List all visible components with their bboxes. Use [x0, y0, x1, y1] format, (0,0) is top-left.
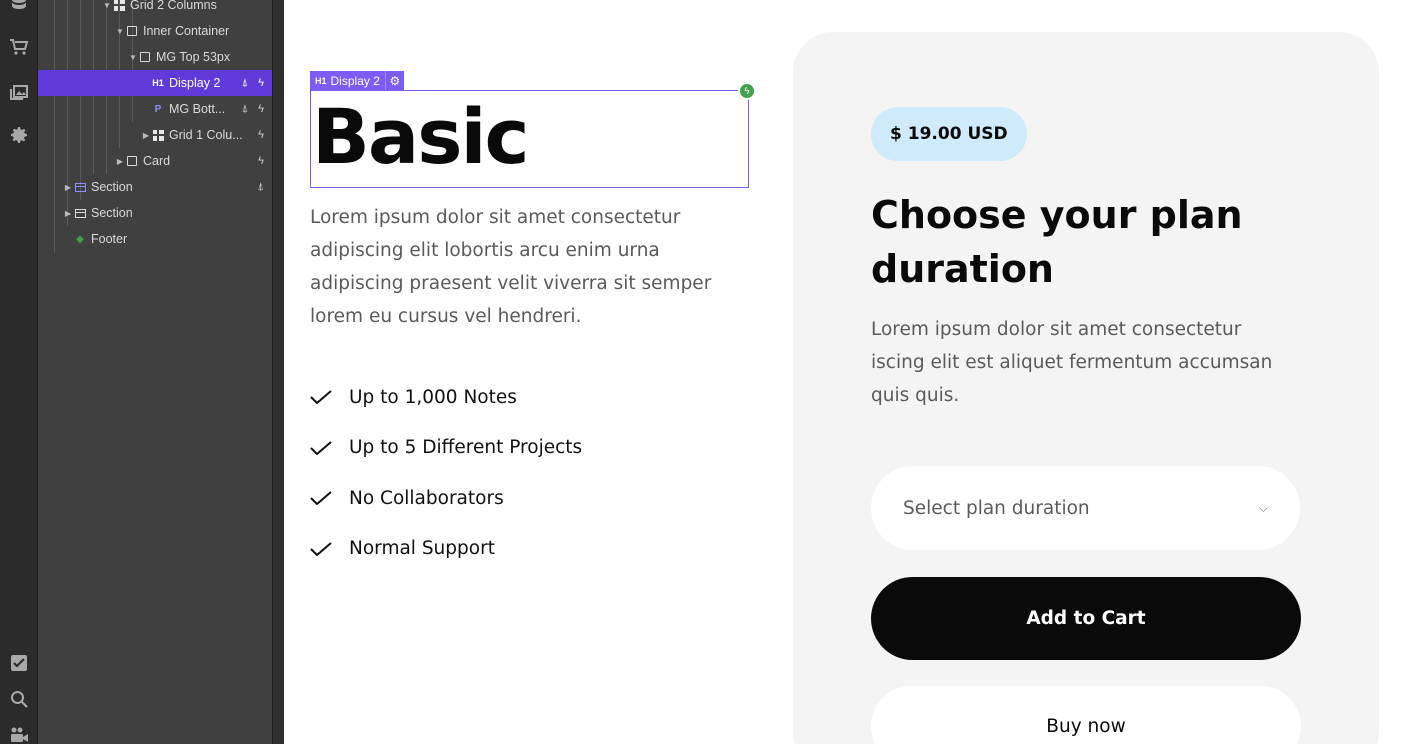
- feature-item: Up to 5 Different Projects: [310, 423, 582, 474]
- tree-item-label: Section: [91, 206, 133, 220]
- video-icon[interactable]: [0, 720, 38, 744]
- interaction-bolt-icon[interactable]: ϟ: [258, 103, 264, 116]
- checkmark-icon: [310, 541, 332, 556]
- navigator-panel: ▼ Grid 2 Columns ▼ Inner Container ▼ MG …: [38, 0, 273, 744]
- designer-canvas: H1 Display 2 ⚙ ϟ Basic Lorem ipsum dolor…: [284, 0, 1401, 744]
- pin-icon[interactable]: ⍋: [242, 77, 249, 90]
- tree-item-label: Section: [91, 180, 133, 194]
- box-icon: [125, 24, 139, 38]
- selection-tag-label: H1 Display 2: [310, 74, 385, 88]
- interaction-bolt-icon[interactable]: ϟ: [258, 77, 264, 90]
- row-actions: ⍋ ϟ: [242, 77, 264, 90]
- interaction-bolt-icon[interactable]: ϟ: [738, 82, 756, 100]
- h1-icon: H1: [315, 75, 327, 86]
- caret-right-icon[interactable]: ▶: [115, 157, 125, 166]
- checklist-icon[interactable]: [0, 648, 38, 678]
- tree-item-label: MG Top 53px: [156, 50, 231, 64]
- select-placeholder: Select plan duration: [903, 497, 1090, 519]
- search-icon[interactable]: [0, 684, 38, 714]
- caret-down-icon[interactable]: ▼: [115, 27, 125, 36]
- tree-item-label: Display 2: [169, 76, 221, 90]
- feature-text: No Collaborators: [349, 487, 504, 509]
- tree-item-label: Inner Container: [143, 24, 230, 38]
- add-to-cart-button[interactable]: Add to Cart: [871, 577, 1301, 660]
- tree-item-footer[interactable]: ◆ Footer: [38, 226, 272, 252]
- section-icon: [73, 206, 87, 220]
- pin-icon[interactable]: ⍋: [242, 103, 249, 116]
- box-icon: [138, 50, 152, 64]
- tree-item-label: Grid 1 Colu...: [169, 128, 243, 142]
- selection-tag-text: Display 2: [330, 73, 380, 88]
- feature-item: Up to 1,000 Notes: [310, 372, 582, 423]
- tree-item-grid-1-column[interactable]: ▶ Grid 1 Colu... ϟ: [38, 122, 272, 148]
- interaction-bolt-icon[interactable]: ϟ: [258, 129, 264, 141]
- caret-right-icon[interactable]: ▶: [141, 131, 151, 140]
- chevron-down-icon: ⌵: [1258, 500, 1268, 515]
- box-icon: [125, 154, 139, 168]
- icon-rail: [0, 0, 38, 744]
- tree-item-display-2[interactable]: H1 Display 2 ⍋ ϟ: [38, 70, 272, 96]
- cart-icon[interactable]: [0, 32, 38, 62]
- intro-paragraph: Lorem ipsum dolor sit amet consectetur a…: [310, 207, 712, 327]
- feature-item: No Collaborators: [310, 473, 582, 524]
- component-icon: ◆: [76, 233, 84, 245]
- tree-item-grid-2-columns[interactable]: ▼ Grid 2 Columns: [38, 0, 272, 18]
- section-icon: [73, 180, 87, 194]
- selection-tag[interactable]: H1 Display 2 ⚙: [310, 71, 404, 90]
- pricing-card: $ 19.00 USD Choose your plan duration Lo…: [793, 32, 1379, 744]
- row-actions: ϟ: [258, 129, 264, 141]
- checkmark-icon: [310, 491, 332, 506]
- card-description: Lorem ipsum dolor sit amet consectetur i…: [871, 319, 1273, 406]
- pin-icon[interactable]: ⍋: [257, 181, 264, 194]
- feature-item: Normal Support: [310, 524, 582, 575]
- tree-item-label: Grid 2 Columns: [130, 0, 217, 12]
- page-heading[interactable]: Basic: [312, 92, 530, 182]
- caret-down-icon[interactable]: ▼: [102, 1, 112, 10]
- tree-item-label: Card: [143, 154, 171, 168]
- panel-resize-handle[interactable]: [272, 0, 284, 744]
- caret-right-icon[interactable]: ▶: [63, 209, 73, 218]
- caret-down-icon[interactable]: ▼: [128, 53, 138, 62]
- plan-duration-select[interactable]: Select plan duration ⌵: [871, 466, 1300, 550]
- row-actions: ϟ: [258, 155, 264, 167]
- row-actions: ⍋ ϟ: [242, 103, 264, 116]
- price-badge: $ 19.00 USD: [871, 107, 1027, 161]
- feature-text: Normal Support: [349, 538, 495, 560]
- card-title: Choose your plan duration: [871, 193, 1243, 291]
- checkmark-icon: [310, 440, 332, 455]
- tree-item-label: Footer: [91, 232, 128, 246]
- tree-item-section[interactable]: ▶ Section ⍋: [38, 174, 272, 200]
- row-actions: ⍋: [257, 181, 264, 194]
- feature-text: Up to 1,000 Notes: [349, 386, 517, 408]
- caret-right-icon[interactable]: ▶: [63, 183, 73, 192]
- settings-icon[interactable]: [0, 120, 38, 150]
- tree-item-label: MG Bott...: [169, 102, 226, 116]
- interaction-bolt-icon[interactable]: ϟ: [258, 155, 264, 167]
- feature-text: Up to 5 Different Projects: [349, 437, 583, 459]
- h1-icon: H1: [152, 78, 164, 88]
- tree-item-mg-bottom[interactable]: P MG Bott... ⍋ ϟ: [38, 96, 272, 122]
- tree-item-mg-top[interactable]: ▼ MG Top 53px: [38, 44, 272, 70]
- checkmark-icon: [310, 390, 332, 405]
- assets-icon[interactable]: [0, 76, 38, 106]
- paragraph-icon: P: [154, 103, 162, 115]
- tree-item-section[interactable]: ▶ Section: [38, 200, 272, 226]
- tree-item-inner-container[interactable]: ▼ Inner Container: [38, 18, 272, 44]
- feature-list: Up to 1,000 Notes Up to 5 Different Proj…: [310, 372, 582, 574]
- tree-item-card[interactable]: ▶ Card ϟ: [38, 148, 272, 174]
- grid-icon: [151, 128, 165, 142]
- buy-now-button[interactable]: Buy now: [871, 686, 1301, 744]
- gear-icon[interactable]: ⚙: [384, 71, 404, 90]
- grid-icon: [112, 0, 126, 12]
- database-icon[interactable]: [0, 0, 38, 20]
